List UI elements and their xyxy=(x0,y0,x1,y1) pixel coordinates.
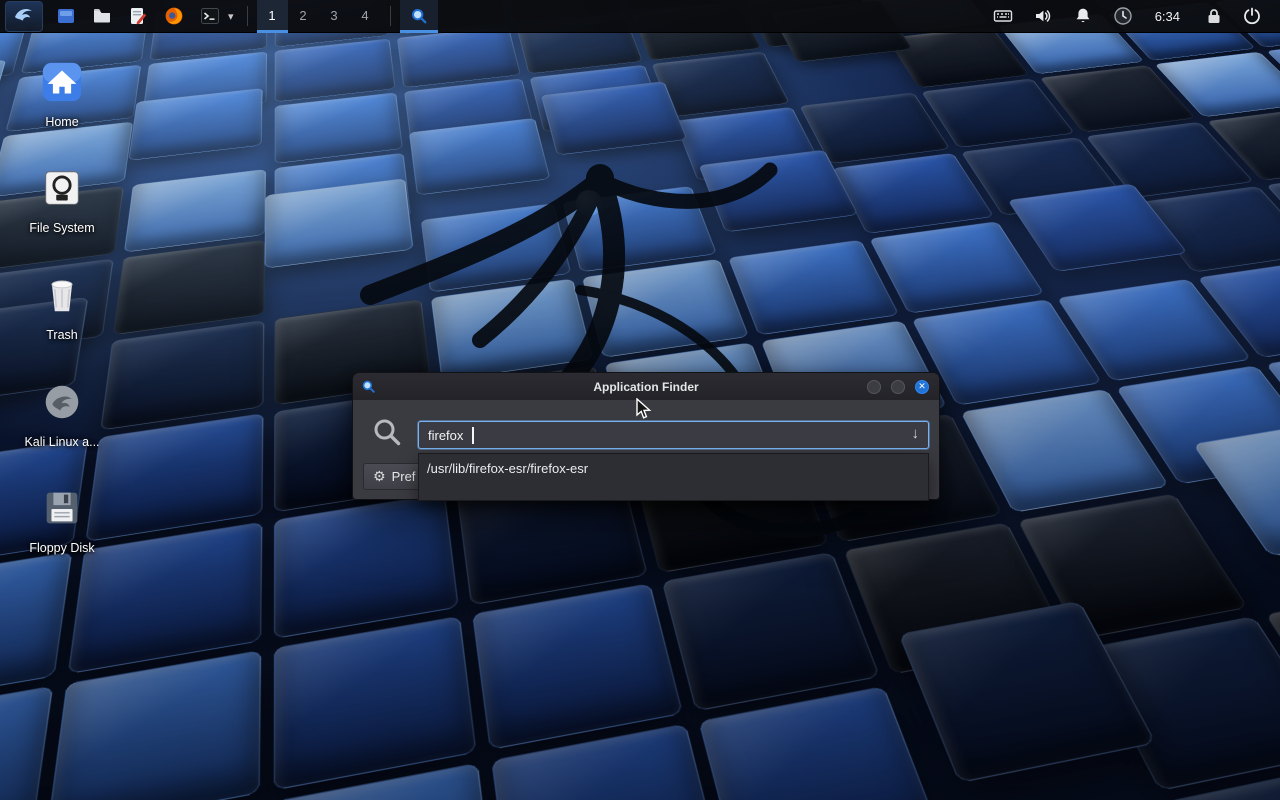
keyboard-indicator[interactable] xyxy=(985,2,1021,31)
terminal-icon xyxy=(200,6,220,26)
window-title: Application Finder xyxy=(353,380,939,394)
panel-clock[interactable]: 6:34 xyxy=(1145,9,1192,24)
wallpaper-cube xyxy=(0,686,53,800)
lock-screen-button[interactable] xyxy=(1196,2,1232,31)
preferences-button-label: Pref xyxy=(392,469,416,484)
notifications-indicator[interactable] xyxy=(1065,2,1101,31)
search-entry: ↓ xyxy=(418,421,929,449)
workspace-label: 4 xyxy=(361,8,368,23)
window-app-finder-icon xyxy=(361,379,376,394)
desktop-icon-label: Trash xyxy=(46,328,78,342)
logout-button[interactable] xyxy=(1234,2,1270,31)
wallpaper-cube xyxy=(472,583,683,750)
workspace-button-2[interactable]: 2 xyxy=(288,0,319,33)
wallpaper-cube xyxy=(1007,183,1187,271)
applications-menu-button[interactable] xyxy=(6,2,42,31)
close-button[interactable]: ✕ xyxy=(915,380,929,394)
floppy-disk-icon xyxy=(38,484,86,532)
terminal-menu-arrow[interactable]: ▾ xyxy=(228,2,238,31)
notifications-bell-icon xyxy=(1073,6,1093,26)
desktop-icon-label: Floppy Disk xyxy=(29,541,94,555)
launcher-file-manager[interactable] xyxy=(86,2,118,31)
file-system-icon xyxy=(38,164,86,212)
desktop-icon-label: Home xyxy=(45,115,78,129)
launcher-files-app[interactable] xyxy=(50,2,82,31)
desktop-icon-home[interactable]: Home xyxy=(12,58,112,129)
wallpaper-cube xyxy=(47,650,261,800)
launcher-text-editor[interactable] xyxy=(122,2,154,31)
chevron-down-icon: ▾ xyxy=(228,10,234,23)
kali-dragon-silhouette xyxy=(300,60,940,580)
completion-item[interactable]: /usr/lib/firefox-esr/firefox-esr xyxy=(419,454,928,482)
text-caret xyxy=(472,427,474,444)
keyboard-icon xyxy=(993,6,1013,26)
launcher-firefox[interactable] xyxy=(158,2,190,31)
desktop-icon-label: Kali Linux a... xyxy=(24,435,99,449)
trash-icon xyxy=(38,271,86,319)
workspace-label: 2 xyxy=(299,8,306,23)
panel-separator xyxy=(247,6,248,26)
desktop-icon-floppy-disk[interactable]: Floppy Disk xyxy=(12,484,112,555)
workspace-button-1[interactable]: 1 xyxy=(257,0,288,33)
minimize-button[interactable] xyxy=(867,380,881,394)
taskbar-button-application-finder[interactable] xyxy=(400,0,438,33)
wallpaper-cube xyxy=(113,240,265,336)
wallpaper-cube xyxy=(274,616,477,791)
top-panel: ▾ 1 2 3 4 6:34 xyxy=(0,0,1280,33)
wallpaper-cube xyxy=(0,552,72,711)
workspace-label: 1 xyxy=(268,8,275,23)
desktop-icon-trash[interactable]: Trash xyxy=(12,271,112,342)
kali-linux-icon xyxy=(38,378,86,426)
titlebar[interactable]: Application Finder ✕ xyxy=(353,373,939,400)
close-icon: ✕ xyxy=(918,382,926,391)
volume-indicator[interactable] xyxy=(1025,2,1061,31)
lock-icon xyxy=(1204,6,1224,26)
files-app-icon xyxy=(56,6,76,26)
panel-separator xyxy=(390,6,391,26)
window-body: ↓ ⚙ Pref /usr/lib/firefox-esr/firefox-es… xyxy=(353,400,939,499)
volume-icon xyxy=(1033,6,1053,26)
app-finder-icon xyxy=(410,7,428,25)
text-editor-icon xyxy=(128,6,148,26)
application-finder-window: Application Finder ✕ ↓ ⚙ Pref /usr/lib/f… xyxy=(352,372,940,500)
screen: ▾ 1 2 3 4 6:34 xyxy=(0,0,1280,800)
launcher-terminal[interactable] xyxy=(194,2,226,31)
system-tray: 6:34 xyxy=(985,2,1274,31)
workspace-label: 3 xyxy=(330,8,337,23)
wallpaper-cube xyxy=(100,320,264,430)
wallpaper-cube xyxy=(85,413,263,542)
desktop-icon-file-system[interactable]: File System xyxy=(12,164,112,235)
desktop-icon-label: File System xyxy=(29,221,94,235)
wallpaper-cube xyxy=(124,169,266,252)
desktop-icon-kali-linux[interactable]: Kali Linux a... xyxy=(12,378,112,449)
power-icon xyxy=(1242,6,1262,26)
workspace-button-3[interactable]: 3 xyxy=(319,0,350,33)
search-input[interactable] xyxy=(419,422,928,448)
search-icon xyxy=(371,416,403,453)
file-manager-icon xyxy=(92,6,112,26)
home-icon xyxy=(38,58,86,106)
session-controls xyxy=(1196,2,1274,31)
gear-icon: ⚙ xyxy=(373,468,386,485)
kali-menu-icon xyxy=(12,4,36,28)
completion-popup: /usr/lib/firefox-esr/firefox-esr xyxy=(418,453,929,501)
titlebar-buttons: ✕ xyxy=(867,380,939,394)
firefox-icon xyxy=(164,6,184,26)
clock-status-icon xyxy=(1113,6,1133,26)
workspace-button-4[interactable]: 4 xyxy=(350,0,381,33)
maximize-button[interactable] xyxy=(891,380,905,394)
status-indicator[interactable] xyxy=(1105,2,1141,31)
dropdown-arrow-icon[interactable]: ↓ xyxy=(912,425,920,442)
